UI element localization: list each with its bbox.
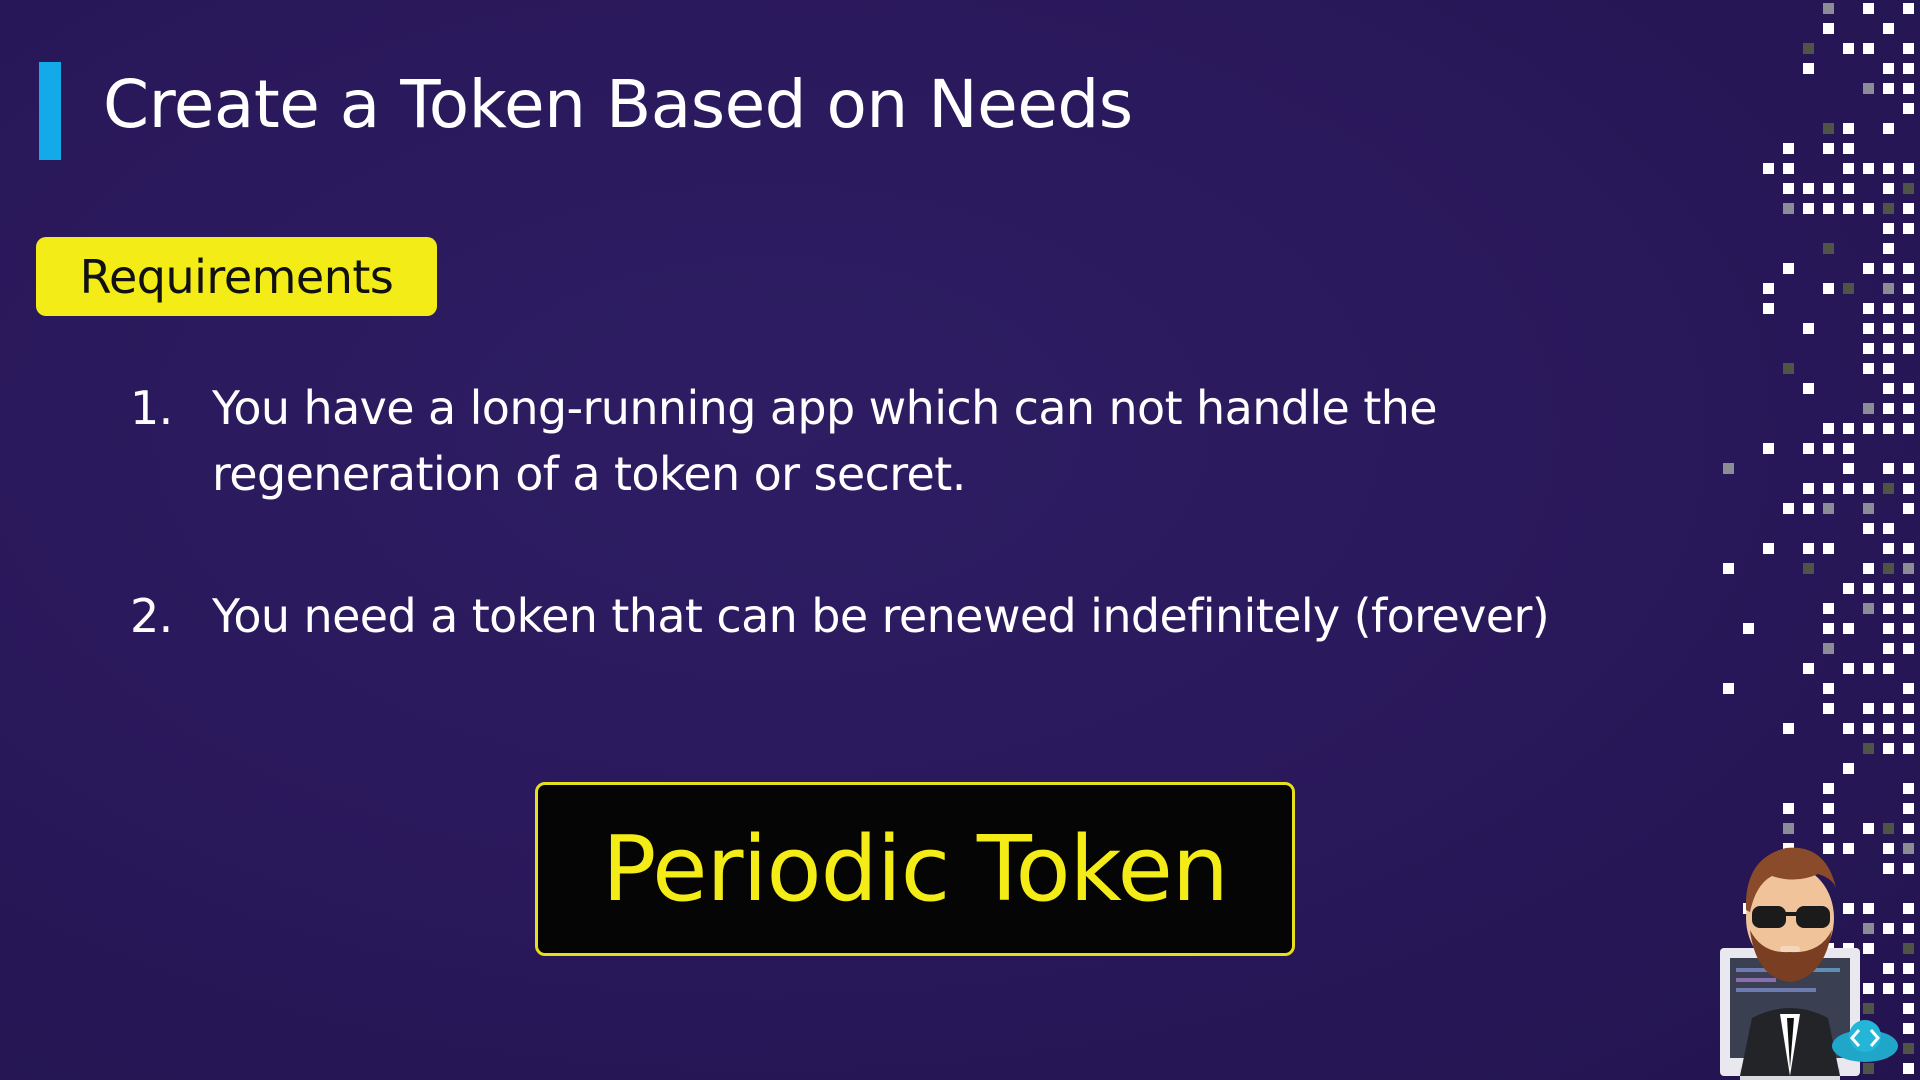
requirements-badge-label: Requirements bbox=[79, 249, 394, 304]
cloud-code-logo-icon bbox=[1832, 1020, 1898, 1062]
list-item-number: 1. bbox=[130, 381, 173, 435]
answer-label: Periodic Token bbox=[602, 816, 1229, 922]
requirements-badge: Requirements bbox=[36, 237, 437, 316]
page-title: Create a Token Based on Needs bbox=[103, 66, 1133, 143]
requirements-list: 1. You have a long-running app which can… bbox=[130, 375, 1770, 643]
list-item-number: 2. bbox=[130, 589, 173, 643]
list-item-text: You have a long-running app which can no… bbox=[212, 381, 1438, 501]
list-item: 2. You need a token that can be renewed … bbox=[130, 583, 1732, 649]
answer-box: Periodic Token bbox=[535, 782, 1295, 956]
list-item: 1. You have a long-running app which can… bbox=[130, 375, 1770, 507]
list-item-text: You need a token that can be renewed ind… bbox=[212, 589, 1550, 643]
title-accent-bar bbox=[39, 62, 61, 160]
